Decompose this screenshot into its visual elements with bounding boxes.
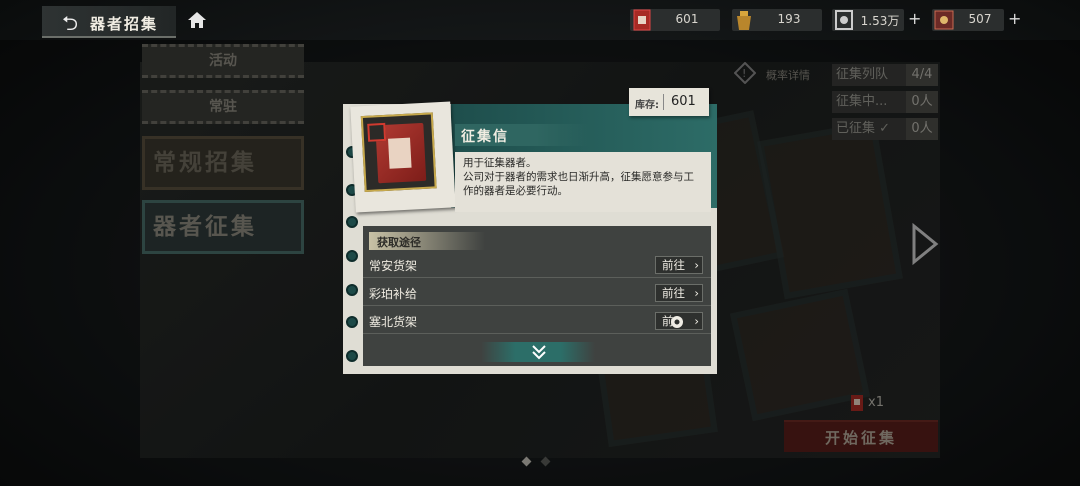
chevron-right-icon: ›	[694, 258, 699, 272]
binder-ring	[346, 250, 358, 262]
binder-ring	[346, 284, 358, 296]
item-description: 用于征集器者。 公司对于器者的需求也日渐升高，征集愿意参与工作的器者是必要行动。	[455, 152, 711, 212]
goto-button[interactable]: 前往 ›	[655, 284, 703, 302]
source-list: 获取途径 常安货架 前往 › 彩珀补给 前往 › 塞北货架 前 ›	[363, 226, 711, 366]
resource-ticket: 507	[932, 9, 1004, 31]
add-coin-button[interactable]: +	[908, 9, 921, 28]
double-chevron-down-icon	[532, 345, 546, 360]
source-row: 常安货架 前往 ›	[363, 252, 711, 278]
add-ticket-button[interactable]: +	[1008, 9, 1021, 28]
back-button[interactable]: ⮌ 器者招集	[42, 6, 176, 38]
source-title-bar: 获取途径	[369, 232, 485, 250]
item-name-bar: 征集信	[455, 124, 591, 146]
resource-letter: 601	[630, 9, 720, 31]
chevron-right-icon: ›	[694, 286, 699, 300]
stock-label: 库存: 601	[629, 88, 709, 116]
gear-icon	[671, 316, 683, 328]
source-row: 彩珀补给 前往 ›	[363, 280, 711, 306]
item-photo	[350, 101, 456, 213]
source-title: 获取途径	[377, 236, 421, 249]
binder-ring	[346, 216, 358, 228]
item-image	[360, 112, 437, 193]
resource-coin: 1.53万	[832, 9, 904, 31]
expand-more-button[interactable]	[481, 342, 595, 362]
resource-bag: 193	[732, 9, 822, 31]
item-detail-modal: 库存: 601 征集信 用于征集器者。 公司对于器者的需求也日渐升高，征集愿意参…	[343, 88, 717, 374]
stock-value: 601	[671, 94, 696, 109]
goto-button[interactable]: 前往 ›	[655, 256, 703, 274]
chevron-right-icon: ›	[694, 314, 699, 328]
binder-ring	[346, 316, 358, 328]
binder-ring	[346, 350, 358, 362]
back-arrow-icon: ⮌	[62, 11, 79, 35]
page-title: 器者招集	[90, 15, 159, 33]
item-name: 征集信	[461, 129, 509, 145]
top-bar: ⮌ 器者招集 601 193 1.53万 + 507 +	[0, 0, 1080, 40]
game-screen: ⮌ 器者招集 601 193 1.53万 + 507 + 活动 常驻 常规招集 …	[0, 0, 1080, 486]
letter-tag-icon	[367, 122, 387, 142]
goto-button[interactable]: 前 ›	[655, 312, 703, 330]
home-icon[interactable]	[186, 9, 208, 31]
source-row: 塞北货架 前 ›	[363, 308, 711, 334]
